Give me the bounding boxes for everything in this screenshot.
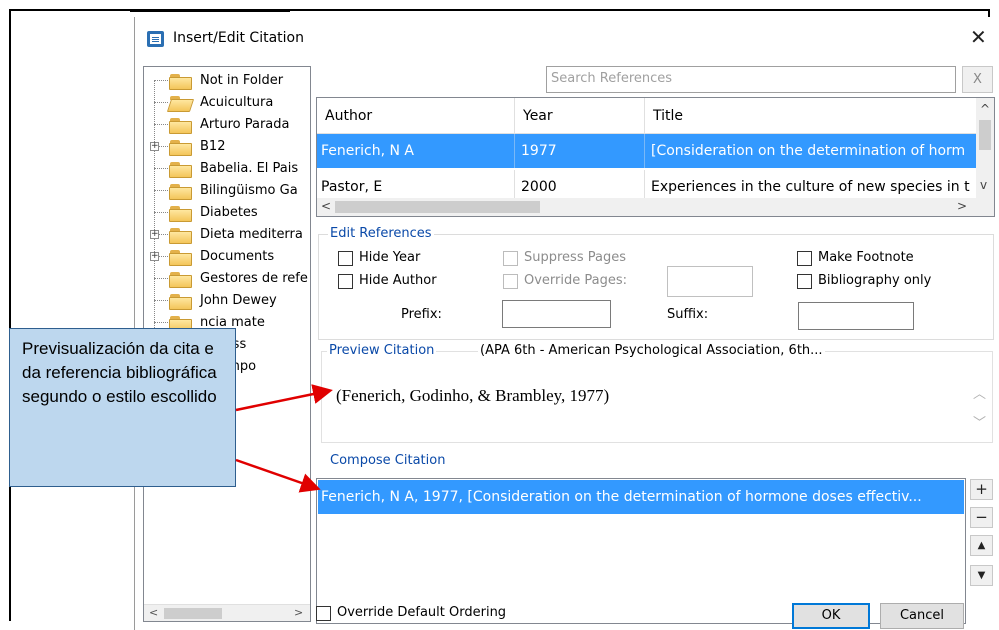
arrow-to-preview (235, 384, 333, 412)
annotation-arrows (235, 384, 333, 493)
arrow-to-compose (235, 458, 321, 493)
